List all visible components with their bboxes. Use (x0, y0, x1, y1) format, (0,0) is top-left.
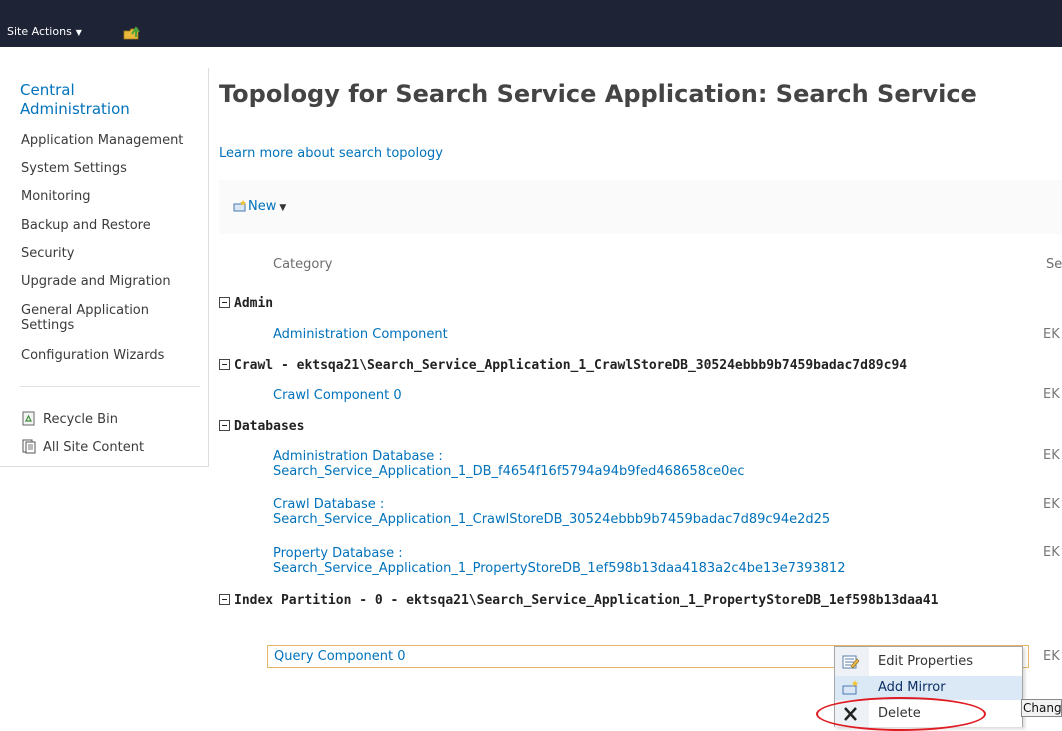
collapse-icon[interactable] (219, 359, 230, 370)
row-line-2: Search_Service_Application_1_PropertySto… (273, 561, 846, 576)
column-header-category: Category (273, 257, 333, 272)
row-line-2: Search_Service_Application_1_CrawlStoreD… (273, 512, 831, 527)
group-index-partition: Index Partition - 0 - ektsqa21\Search_Se… (219, 593, 938, 608)
sidebar-item-application-management[interactable]: Application Management (21, 133, 206, 148)
query-component-link[interactable]: Query Component 0 (274, 649, 406, 664)
edit-properties-icon (842, 655, 860, 669)
group-label: Crawl - ektsqa21\Search_Service_Applicat… (234, 358, 908, 373)
server-cell: EK (1043, 387, 1060, 402)
caret-down-icon: ▼ (279, 203, 287, 213)
row-line-1: Property Database : (273, 546, 403, 561)
sidebar-item-security[interactable]: Security (21, 246, 206, 261)
table-row-link[interactable]: Administration Database : Search_Service… (273, 449, 745, 479)
site-actions-label: Site Actions (7, 25, 72, 38)
add-mirror-icon (842, 680, 859, 695)
server-cell: EK (1043, 497, 1060, 512)
table-row-link[interactable]: Crawl Component 0 (273, 388, 402, 403)
toolbar (219, 180, 1062, 234)
change-button[interactable]: Chang (1021, 699, 1062, 717)
group-admin: Admin (219, 296, 273, 311)
central-administration-link[interactable]: Central Administration (20, 81, 130, 119)
sidebar-item-configuration-wizards[interactable]: Configuration Wizards (21, 348, 206, 363)
navigate-up-icon[interactable] (123, 25, 141, 41)
server-cell: EK (1043, 448, 1060, 463)
server-cell: EK (1043, 649, 1060, 664)
page-title: Topology for Search Service Application:… (219, 80, 977, 108)
learn-more-link[interactable]: Learn more about search topology (219, 146, 443, 161)
group-label: Admin (234, 296, 274, 311)
sidebar-item-backup-restore[interactable]: Backup and Restore (21, 218, 206, 233)
context-menu: Edit Properties Add Mirror Delete (834, 646, 1023, 727)
recycle-bin-icon (22, 411, 35, 426)
collapse-icon[interactable] (219, 594, 230, 605)
table-row-link[interactable]: Crawl Database : Search_Service_Applicat… (273, 497, 830, 527)
server-cell: EK (1043, 545, 1060, 560)
menu-item-label: Edit Properties (878, 654, 974, 669)
row-line-1: Administration Database : (273, 449, 443, 464)
left-navigation: Central Administration Application Manag… (0, 68, 209, 467)
new-label: New (248, 199, 277, 214)
column-header-server: Se (1046, 257, 1062, 272)
server-cell: EK (1043, 327, 1060, 342)
menu-item-label: Add Mirror (878, 680, 946, 695)
ribbon-bar (0, 0, 1062, 47)
new-menu-button[interactable]: New ▼ (233, 199, 286, 214)
sidebar-item-upgrade-migration[interactable]: Upgrade and Migration (21, 274, 206, 289)
sidebar-divider (20, 386, 200, 387)
row-line-2: Search_Service_Application_1_DB_f4654f16… (273, 464, 745, 479)
collapse-icon[interactable] (219, 420, 230, 431)
sidebar-item-general-application-settings[interactable]: General Application Settings (21, 303, 206, 333)
caret-down-icon: ▼ (75, 28, 82, 37)
group-label: Index Partition - 0 - ektsqa21\Search_Se… (234, 593, 939, 608)
recycle-bin-link[interactable]: Recycle Bin (21, 411, 118, 427)
delete-x-icon (844, 707, 857, 721)
site-actions-menu[interactable]: Site Actions ▼ (7, 25, 82, 38)
all-site-content-label: All Site Content (43, 440, 145, 455)
group-databases: Databases (219, 419, 304, 434)
all-site-content-icon (22, 439, 36, 454)
sidebar-item-system-settings[interactable]: System Settings (21, 161, 206, 176)
menu-item-edit-properties[interactable]: Edit Properties (835, 650, 1022, 674)
table-row-link[interactable]: Property Database : Search_Service_Appli… (273, 546, 845, 576)
menu-item-add-mirror[interactable]: Add Mirror (835, 676, 1022, 700)
group-label: Databases (234, 419, 305, 434)
menu-item-label: Delete (878, 706, 921, 721)
table-row-link[interactable]: Administration Component (273, 327, 448, 342)
group-crawl: Crawl - ektsqa21\Search_Service_Applicat… (219, 358, 907, 373)
recycle-bin-label: Recycle Bin (43, 412, 118, 427)
all-site-content-link[interactable]: All Site Content (21, 439, 144, 455)
row-line-1: Crawl Database : (273, 497, 385, 512)
menu-item-delete[interactable]: Delete (835, 702, 1022, 726)
collapse-icon[interactable] (219, 297, 230, 308)
new-item-icon (233, 200, 246, 212)
sidebar-item-monitoring[interactable]: Monitoring (21, 189, 206, 204)
